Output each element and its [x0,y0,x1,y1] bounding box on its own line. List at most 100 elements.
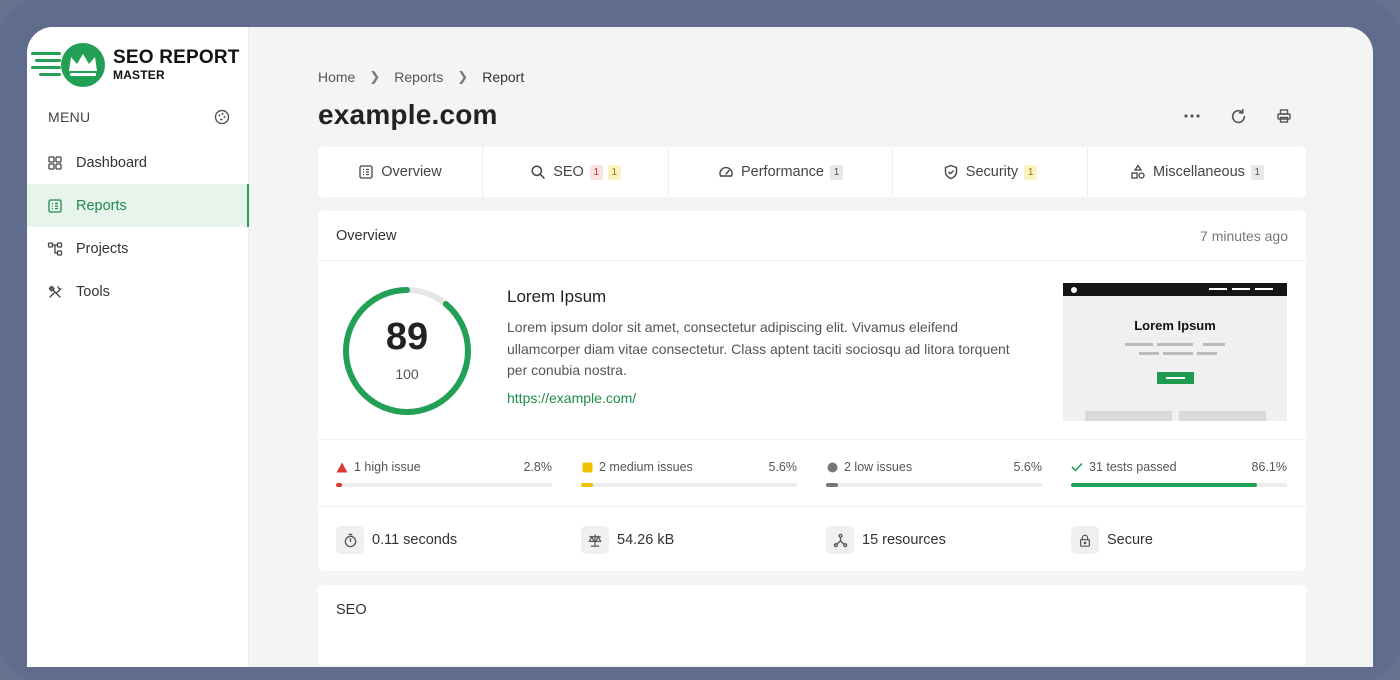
issue-high: 1 high issue 2.8% [336,460,552,490]
search-icon [530,164,546,180]
page-title: example.com [318,99,498,130]
score-value: 89 [385,316,429,358]
sidebar: SEO REPORT MASTER MENU Dashboard Reports… [27,27,249,667]
overview-card: Overview 7 minutes ago 89 100 Lorem Ipsu… [318,211,1306,571]
sidebar-item-label: Dashboard [76,154,147,171]
lock-icon [1071,526,1099,554]
issue-progress [1071,483,1287,487]
issue-summary: 1 high issue 2.8% 2 medium issues 5.6% 2… [318,439,1306,507]
scale-icon [581,526,609,554]
site-preview-thumbnail[interactable]: Lorem Ipsum [1063,283,1287,421]
site-description: Lorem ipsum dolor sit amet, consectetur … [507,319,1010,378]
tab-label: Performance [740,164,824,180]
site-url-link[interactable]: https://example.com/ [507,390,1017,406]
issue-label-group: 1 high issue [336,460,421,474]
tools-icon [47,284,63,300]
medium-issue-badge: 1 [1024,164,1038,180]
score-gauge: 89 100 [340,284,474,418]
preview-text-line [1163,352,1193,355]
circle-icon [826,461,838,473]
issue-medium: 2 medium issues 5.6% [581,460,797,490]
score-max: 100 [395,366,419,382]
issue-progress-fill [336,483,343,487]
preview-text-line [1125,343,1153,346]
issue-percent: 86.1% [1251,460,1287,474]
palette-icon[interactable] [214,109,230,125]
stat-load-time: 0.11 seconds [336,525,457,555]
issue-passed: 31 tests passed 86.1% [1071,460,1287,490]
sidebar-item-tools[interactable]: Tools [27,270,249,313]
list-icon [358,164,374,180]
stat-label: 54.26 kB [617,532,675,548]
brand-subname: MASTER [113,68,165,82]
issue-label-group: 31 tests passed [1071,460,1177,474]
sidebar-item-projects[interactable]: Projects [27,227,249,270]
issue-progress [336,483,552,487]
stopwatch-icon [336,526,364,554]
issue-progress-fill [1071,483,1257,487]
page-stats: 0.11 seconds 54.26 kB 15 resources Secur… [318,507,1306,571]
medium-issue-badge: 1 [607,164,621,180]
preview-title: Lorem Ipsum [1134,318,1216,333]
breadcrumb-reports[interactable]: Reports [394,69,443,85]
report-tabs: Overview SEO 1 1 Performance 1 Security … [318,147,1306,197]
network-icon [826,526,854,554]
tab-overview[interactable]: Overview [318,147,483,197]
sidebar-item-reports[interactable]: Reports [27,184,249,227]
projects-icon [47,241,63,257]
preview-block [1179,411,1266,421]
sidebar-nav: Dashboard Reports Projects Tools [27,141,249,313]
tab-seo[interactable]: SEO 1 1 [483,147,669,197]
tab-label: Miscellaneous [1153,164,1245,180]
brand-name: SEO REPORT [113,47,240,68]
breadcrumb: Home ❯ Reports ❯ Report [318,69,524,85]
sidebar-item-dashboard[interactable]: Dashboard [27,141,249,184]
brand-logo[interactable]: SEO REPORT MASTER [31,41,241,91]
shapes-icon [1130,164,1146,180]
tab-miscellaneous[interactable]: Miscellaneous 1 [1088,147,1306,197]
issue-progress-fill [826,483,839,487]
stat-page-size: 54.26 kB [581,525,674,555]
issue-percent: 2.8% [523,460,553,474]
speedometer-icon [718,164,734,180]
chevron-right-icon: ❯ [457,69,469,84]
checkmark-icon [1071,461,1083,473]
tab-label: SEO [553,164,584,180]
page-actions [1182,106,1294,126]
print-icon[interactable] [1274,106,1294,126]
seo-section-title: SEO [336,602,367,618]
report-timestamp: 7 minutes ago [1200,228,1288,244]
menu-label: MENU [48,109,91,125]
issue-label-group: 2 medium issues [581,460,693,474]
square-icon [581,461,593,473]
issue-percent: 5.6% [1013,460,1043,474]
breadcrumb-home[interactable]: Home [318,69,355,85]
tab-label: Overview [381,164,442,180]
stat-label: 15 resources [862,532,946,548]
issue-percent: 5.6% [768,460,798,474]
stat-label: Secure [1107,532,1153,548]
preview-topbar [1063,283,1287,296]
preview-text-line [1157,343,1193,346]
shield-icon [943,164,959,180]
breadcrumb-current: Report [482,69,525,85]
more-options-icon[interactable] [1182,106,1202,126]
issue-progress [826,483,1042,487]
refresh-icon[interactable] [1228,106,1248,126]
preview-button [1157,372,1194,384]
tab-performance[interactable]: Performance 1 [669,147,893,197]
menu-header: MENU [48,108,230,128]
overview-title: Overview [336,228,397,244]
grid-icon [47,155,63,171]
issue-low: 2 low issues 5.6% [826,460,1042,490]
sidebar-item-label: Tools [76,283,110,300]
high-issue-badge: 1 [589,164,603,180]
stat-security: Secure [1071,525,1153,555]
issue-label: 2 medium issues [599,460,693,474]
tab-security[interactable]: Security 1 [893,147,1088,197]
preview-logo [1071,287,1077,293]
preview-text-line [1139,352,1159,355]
low-issue-badge: 1 [1250,164,1264,180]
sidebar-item-label: Projects [76,240,129,257]
app-window: SEO REPORT MASTER MENU Dashboard Reports… [27,27,1373,667]
